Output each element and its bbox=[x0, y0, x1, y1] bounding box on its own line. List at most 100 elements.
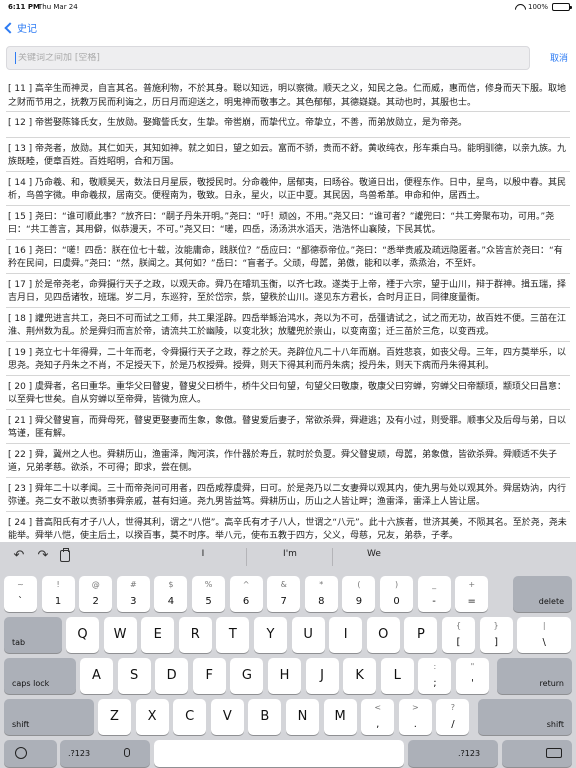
return-key[interactable]: return bbox=[497, 658, 572, 694]
slash-key[interactable]: ? / bbox=[436, 699, 470, 735]
delete-key[interactable]: delete bbox=[513, 576, 572, 612]
key-r[interactable]: R bbox=[178, 617, 212, 653]
list-item-text: [ 16 ] 尧曰：“嗟！四岳：朕在位七十载，汝能庸命，践朕位？”岳应曰：“鄙德… bbox=[8, 245, 563, 270]
battery-percent: 100% bbox=[527, 3, 548, 11]
key-number-7[interactable]: & 7 bbox=[267, 576, 301, 612]
back-button[interactable]: 史记 bbox=[4, 20, 37, 35]
key-j[interactable]: J bbox=[305, 658, 339, 694]
key-label: 7 bbox=[280, 596, 287, 607]
caps-lock-key[interactable]: caps lock bbox=[4, 658, 76, 694]
key-c[interactable]: C bbox=[173, 699, 207, 735]
key-f[interactable]: F bbox=[192, 658, 226, 694]
key-s[interactable]: S bbox=[117, 658, 151, 694]
key-number-0[interactable]: ~ ` bbox=[4, 576, 37, 612]
key-number-2[interactable]: @2 bbox=[79, 576, 113, 612]
search-box[interactable] bbox=[6, 46, 530, 70]
key-x[interactable]: X bbox=[135, 699, 169, 735]
key-shift-label: ? bbox=[450, 703, 456, 712]
edit-tools: ↶ ↷ bbox=[12, 548, 70, 563]
shift-key-left[interactable]: shift bbox=[4, 699, 94, 735]
search-input[interactable] bbox=[18, 53, 498, 63]
key-label: ' bbox=[471, 678, 474, 689]
key-o[interactable]: O bbox=[366, 617, 400, 653]
key-bracket-1[interactable]: }] bbox=[479, 617, 513, 653]
list-item[interactable]: [ 13 ] 帝尧者，放勋。其仁如天，其知如神。就之如日，望之如云。富而不骄，贵… bbox=[6, 138, 570, 172]
list-item[interactable]: [ 11 ] 高辛生而神灵，自言其名。普施利物，不於其身。聪以知远，明以察微。顺… bbox=[6, 78, 570, 112]
suggestion-1[interactable]: I bbox=[150, 549, 256, 559]
key-bracket-2[interactable]: | \ bbox=[517, 617, 572, 653]
key-a[interactable]: A bbox=[80, 658, 113, 694]
key-label: shift bbox=[12, 720, 30, 729]
tab-key[interactable]: tab bbox=[4, 617, 62, 653]
key-v[interactable]: V bbox=[210, 699, 244, 735]
key-number-9[interactable]: (9 bbox=[342, 576, 376, 612]
key-p[interactable]: P bbox=[404, 617, 438, 653]
suggestion-3[interactable]: We bbox=[334, 549, 414, 559]
key-label: K bbox=[355, 668, 364, 683]
key-number-10[interactable]: ) 0 bbox=[380, 576, 413, 612]
key-shift-label: # bbox=[129, 580, 137, 589]
redo-icon[interactable]: ↷ bbox=[36, 549, 50, 563]
list-item[interactable]: [ 18 ] 讙兜进言共工，尧曰不可而试之工师，共工果淫辟。四岳举鲧治鸿水，尧以… bbox=[6, 308, 570, 342]
key-y[interactable]: Y bbox=[254, 617, 287, 653]
list-item[interactable]: [ 21 ] 舜父瞽叟盲，而舜母死，瞽叟更娶妻而生象，象傲。瞽叟爱后妻子，常欲杀… bbox=[6, 410, 570, 444]
list-item[interactable]: [ 22 ] 舜，冀州之人也。舜耕历山，渔雷泽，陶河滨，作什器於寿丘，就时於负夏… bbox=[6, 444, 570, 478]
cancel-button[interactable]: 取消 bbox=[550, 51, 568, 64]
key-h[interactable]: H bbox=[268, 658, 301, 694]
suggestion-2[interactable]: I'm bbox=[248, 549, 332, 559]
space-key[interactable] bbox=[154, 740, 404, 767]
list-item[interactable]: [ 23 ] 舜年二十以孝闻。三十而帝尧问可用者，四岳咸荐虞舜，曰可。於是尧乃以… bbox=[6, 478, 570, 512]
key-g[interactable]: G bbox=[230, 658, 264, 694]
key-u[interactable]: U bbox=[291, 617, 325, 653]
key-m[interactable]: M bbox=[323, 699, 357, 735]
shift-key-right[interactable]: shift bbox=[478, 699, 572, 735]
key-number-8[interactable]: * 8 bbox=[304, 576, 338, 612]
list-item[interactable]: [ 12 ] 帝喾娶陈锋氏女，生放勋。娶娵訾氏女，生挚。帝喾崩，而挚代立。帝挚立… bbox=[6, 112, 570, 138]
key-i[interactable]: I bbox=[329, 617, 363, 653]
key-number-4[interactable]: $4 bbox=[154, 576, 188, 612]
key-w[interactable]: W bbox=[103, 617, 137, 653]
key-label: .?123 bbox=[68, 749, 91, 758]
period-key[interactable]: >. bbox=[398, 699, 432, 735]
numbers-key-left[interactable]: .?123 bbox=[60, 740, 150, 767]
list-item[interactable]: [ 14 ] 乃命羲、和，敬顺昊天，数法日月星辰，敬授民时。分命羲仲，居郁夷，曰… bbox=[6, 172, 570, 206]
list-item-text: [ 15 ] 尧曰：“谁可顺此事？”放齐曰：“嗣子丹朱开明。”尧曰：“吁！顽凶，… bbox=[8, 211, 555, 236]
key-bracket-0[interactable]: {[ bbox=[442, 617, 475, 653]
list-item[interactable]: [ 16 ] 尧曰：“嗟！四岳：朕在位七十载，汝能庸命，践朕位？”岳应曰：“鄙德… bbox=[6, 240, 570, 274]
key-number-12[interactable]: + = bbox=[455, 576, 489, 612]
semicolon-key[interactable]: :; bbox=[418, 658, 452, 694]
key-e[interactable]: E bbox=[141, 617, 175, 653]
key-n[interactable]: N bbox=[286, 699, 319, 735]
key-label: 4 bbox=[167, 596, 175, 607]
quote-key[interactable]: " ' bbox=[456, 658, 489, 694]
list-item[interactable]: [ 19 ] 尧立七十年得舜，二十年而老，令舜摄行天子之政，荐之於天。尧辟位凡二… bbox=[6, 342, 570, 376]
key-l[interactable]: L bbox=[380, 658, 414, 694]
key-number-11[interactable]: _ - bbox=[417, 576, 451, 612]
key-q[interactable]: Q bbox=[66, 617, 99, 653]
status-date: Thu Mar 24 bbox=[38, 3, 78, 11]
key-label: J bbox=[320, 668, 325, 683]
list-item[interactable]: [ 15 ] 尧曰：“谁可顺此事？”放齐曰：“嗣子丹朱开明。”尧曰：“吁！顽凶，… bbox=[6, 206, 570, 240]
key-b[interactable]: B bbox=[248, 699, 282, 735]
key-shift-label: ^ bbox=[242, 580, 250, 589]
key-label: F bbox=[205, 668, 214, 683]
list-item[interactable]: [ 20 ] 虞舜者，名曰重华。重华父曰瞽叟，瞽叟父曰桥牛，桥牛父曰句望，句望父… bbox=[6, 376, 570, 410]
key-number-1[interactable]: ! 1 bbox=[41, 576, 75, 612]
list-item[interactable]: [ 24 ] 昔高阳氏有才子八人，世得其利，谓之“八恺”。高辛氏有才子八人，世谓… bbox=[6, 512, 570, 543]
emoji-key[interactable] bbox=[4, 740, 57, 767]
key-z[interactable]: Z bbox=[98, 699, 131, 735]
numbers-key-right[interactable]: .?123 bbox=[408, 740, 498, 767]
key-t[interactable]: T bbox=[216, 617, 250, 653]
key-k[interactable]: K bbox=[343, 658, 377, 694]
hide-keyboard-key[interactable] bbox=[502, 740, 572, 767]
key-number-6[interactable]: ^ 6 bbox=[229, 576, 263, 612]
comma-key[interactable]: <, bbox=[361, 699, 395, 735]
results-list[interactable]: [ 11 ] 高辛生而神灵，自言其名。普施利物，不於其身。聪以知远，明以察微。顺… bbox=[0, 78, 576, 542]
paste-icon[interactable] bbox=[60, 548, 70, 562]
undo-icon[interactable]: ↶ bbox=[12, 549, 26, 563]
key-number-5[interactable]: % 5 bbox=[192, 576, 225, 612]
key-number-3[interactable]: #3 bbox=[116, 576, 150, 612]
list-item[interactable]: [ 17 ] 於是帝尧老，命舜摄行天子之政，以观天命。舜乃在璿玑玉衡，以齐七政。… bbox=[6, 274, 570, 308]
key-d[interactable]: D bbox=[155, 658, 189, 694]
key-label: Z bbox=[110, 709, 119, 724]
